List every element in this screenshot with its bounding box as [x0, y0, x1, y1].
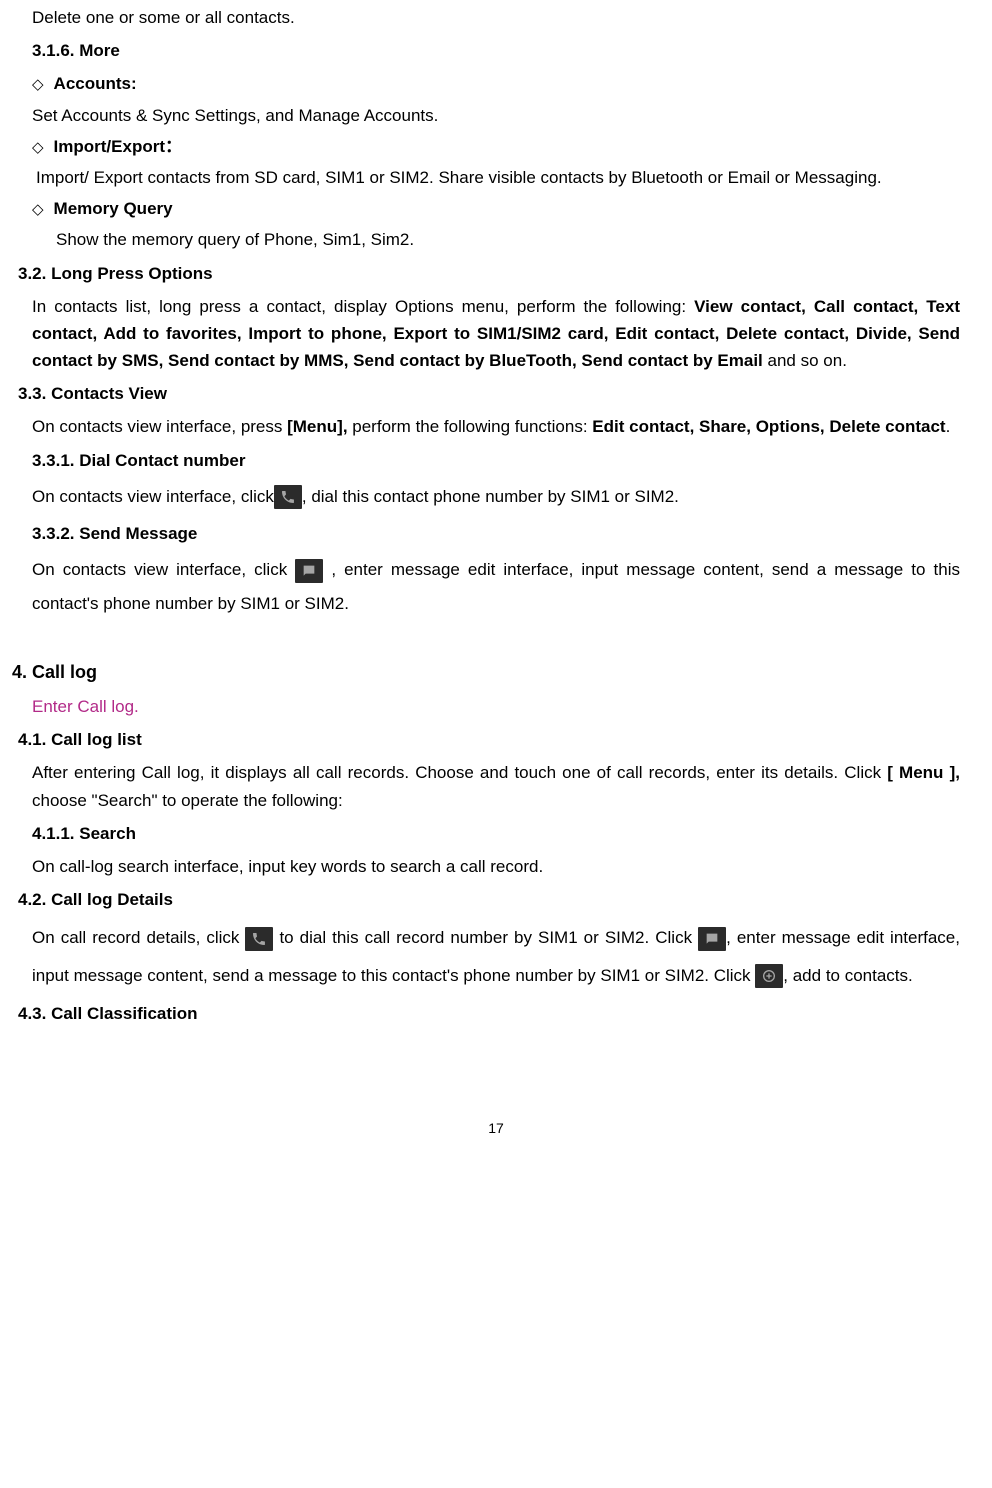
heading-3-3-1: 3.3.1. Dial Contact number: [32, 447, 960, 474]
heading-3-3-2: 3.3.2. Send Message: [32, 520, 960, 547]
dial-pre: On contacts view interface, click: [32, 487, 274, 506]
cv-pre: On contacts view interface, press: [32, 417, 287, 436]
dial-post: , dial this contact phone number by SIM1…: [302, 487, 679, 506]
cll-menu: [ Menu ],: [887, 763, 960, 782]
heading-3-1-6: 3.1.6. More: [32, 37, 960, 64]
cld-mid1: to dial this call record number by SIM1 …: [279, 928, 698, 947]
bullet-memory-query: ◇ Memory Query: [32, 195, 960, 222]
delete-contacts-text: Delete one or some or all contacts.: [32, 4, 960, 31]
page-number: 17: [32, 1117, 960, 1139]
contacts-view-body: On contacts view interface, press [Menu]…: [32, 413, 960, 440]
cll-post: choose "Search" to operate the following…: [32, 791, 343, 810]
heading-4-2: 4.2. Call log Details: [18, 886, 960, 913]
search-body: On call-log search interface, input key …: [32, 853, 960, 880]
sm-pre: On contacts view interface, click: [32, 560, 295, 579]
enter-call-log: Enter Call log.: [32, 693, 960, 720]
message-icon: [295, 559, 323, 583]
import-export-body: Import/ Export contacts from SD card, SI…: [36, 164, 960, 191]
diamond-icon: ◇: [32, 198, 44, 222]
longpress-post: and so on.: [763, 351, 847, 370]
phone-icon: [245, 927, 273, 951]
cll-pre: After entering Call log, it displays all…: [32, 763, 887, 782]
heading-4: 4. Call log: [12, 658, 960, 687]
diamond-icon: ◇: [32, 136, 44, 160]
call-log-details-body: On call record details, click to dial th…: [32, 919, 960, 994]
cv-mid: perform the following functions:: [348, 417, 593, 436]
bullet-import-export: ◇ Import/Export：: [32, 133, 960, 160]
heading-3-3: 3.3. Contacts View: [18, 380, 960, 407]
heading-4-3: 4.3. Call Classification: [18, 1000, 960, 1027]
longpress-pre: In contacts list, long press a contact, …: [32, 297, 694, 316]
cv-bold: Edit contact, Share, Options, Delete con…: [592, 417, 945, 436]
longpress-body: In contacts list, long press a contact, …: [32, 293, 960, 375]
diamond-icon: ◇: [32, 73, 44, 97]
memory-query-label: Memory Query: [54, 195, 173, 222]
heading-3-2: 3.2. Long Press Options: [18, 260, 960, 287]
dial-contact-body: On contacts view interface, click , dial …: [32, 480, 960, 514]
message-icon: [698, 927, 726, 951]
heading-4-1-1: 4.1.1. Search: [32, 820, 960, 847]
cv-post: .: [946, 417, 951, 436]
accounts-body: Set Accounts & Sync Settings, and Manage…: [32, 102, 960, 129]
add-icon: [755, 964, 783, 988]
phone-icon: [274, 485, 302, 509]
cld-post: , add to contacts.: [783, 966, 912, 985]
accounts-label: Accounts:: [54, 70, 137, 97]
call-log-list-body: After entering Call log, it displays all…: [32, 759, 960, 813]
send-message-body: On contacts view interface, click , ente…: [32, 553, 960, 621]
memory-query-body: Show the memory query of Phone, Sim1, Si…: [56, 226, 960, 253]
cv-menu: [Menu],: [287, 417, 347, 436]
enter-call-log-text: Enter Call log.: [32, 697, 139, 716]
cld-pre: On call record details, click: [32, 928, 245, 947]
bullet-accounts: ◇ Accounts:: [32, 70, 960, 97]
import-export-label: Import/Export：: [54, 133, 182, 160]
heading-4-1: 4.1. Call log list: [18, 726, 960, 753]
